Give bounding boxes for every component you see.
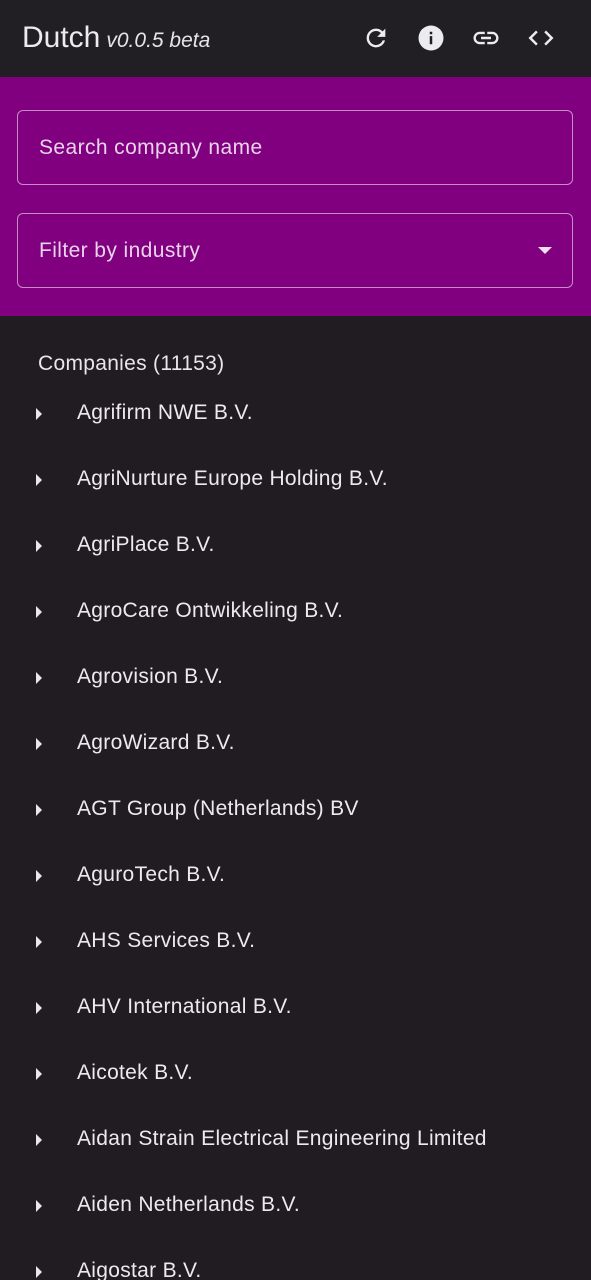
industry-filter-select[interactable]: Filter by industry — [17, 213, 573, 288]
company-list: Agrifirm NWE B.V. AgriNurture Europe Hold… — [0, 381, 591, 1280]
company-name: AGT Group (Netherlands) BV — [77, 797, 359, 820]
company-list-item[interactable]: AHS Services B.V. — [0, 909, 591, 975]
company-list-item[interactable]: Aicotek B.V. — [0, 1041, 591, 1107]
filter-panel: Filter by industry — [0, 77, 591, 316]
company-list-item[interactable]: Aigostar B.V. — [0, 1239, 591, 1280]
company-name: Aigostar B.V. — [77, 1259, 202, 1280]
expand-caret-icon[interactable] — [36, 540, 42, 552]
search-input[interactable] — [18, 111, 572, 184]
code-icon — [528, 30, 554, 46]
expand-caret-icon[interactable] — [36, 738, 42, 750]
info-button[interactable] — [413, 20, 449, 56]
expand-caret-icon[interactable] — [36, 1068, 42, 1080]
expand-caret-icon[interactable] — [36, 1266, 42, 1278]
refresh-icon — [366, 28, 386, 48]
company-name: Agrovision B.V. — [77, 665, 224, 688]
company-list-item[interactable]: AgroCare Ontwikkeling B.V. — [0, 579, 591, 645]
company-list-item[interactable]: Agrifirm NWE B.V. — [0, 381, 591, 447]
company-name: Aicotek B.V. — [77, 1061, 194, 1084]
company-name: AHS Services B.V. — [77, 929, 256, 952]
app-version: v0.0.5 beta — [106, 29, 211, 52]
code-button[interactable] — [523, 20, 559, 56]
expand-caret-icon[interactable] — [36, 1002, 42, 1014]
company-name: AguroTech B.V. — [77, 863, 226, 886]
company-list-item[interactable]: AgroWizard B.V. — [0, 711, 591, 777]
expand-caret-icon[interactable] — [36, 474, 42, 486]
app-title: Dutch v0.0.5 beta — [22, 20, 210, 59]
link-button[interactable] — [468, 20, 504, 56]
link-icon — [473, 31, 499, 45]
app-name: Dutch — [22, 21, 101, 54]
company-name: AgroWizard B.V. — [77, 731, 235, 754]
company-name: AHV International B.V. — [77, 995, 292, 1018]
company-list-item[interactable]: Aidan Strain Electrical Engineering Limi… — [0, 1107, 591, 1173]
expand-caret-icon[interactable] — [36, 606, 42, 618]
expand-caret-icon[interactable] — [36, 936, 42, 948]
company-name: AgriNurture Europe Holding B.V. — [77, 467, 388, 490]
company-name: Aiden Netherlands B.V. — [77, 1193, 300, 1216]
refresh-button[interactable] — [358, 20, 394, 56]
company-name: AgriPlace B.V. — [77, 533, 215, 556]
company-list-item[interactable]: AGT Group (Netherlands) BV — [0, 777, 591, 843]
app-root: Dutch v0.0.5 beta Search company name Fi… — [0, 0, 591, 1280]
company-list-item[interactable]: AHV International B.V. — [0, 975, 591, 1041]
expand-caret-icon[interactable] — [36, 408, 42, 420]
expand-caret-icon[interactable] — [36, 870, 42, 882]
expand-caret-icon[interactable] — [36, 804, 42, 816]
company-list-item[interactable]: Aiden Netherlands B.V. — [0, 1173, 591, 1239]
industry-filter-label: Filter by industry — [39, 239, 201, 262]
company-list-item[interactable]: Agrovision B.V. — [0, 645, 591, 711]
company-list-item[interactable]: AgriPlace B.V. — [0, 513, 591, 579]
companies-header: Companies (11153) — [38, 352, 225, 375]
company-list-area: Companies (11153) Agrifirm NWE B.V. AgriN… — [0, 316, 591, 1280]
dropdown-arrow-icon — [538, 247, 552, 254]
company-list-item[interactable]: AguroTech B.V. — [0, 843, 591, 909]
company-name: AgroCare Ontwikkeling B.V. — [77, 599, 344, 622]
company-name: Aidan Strain Electrical Engineering Limi… — [77, 1127, 487, 1150]
company-list-item[interactable]: AgriNurture Europe Holding B.V. — [0, 447, 591, 513]
expand-caret-icon[interactable] — [36, 1200, 42, 1212]
expand-caret-icon[interactable] — [36, 672, 42, 684]
expand-caret-icon[interactable] — [36, 1134, 42, 1146]
top-app-bar: Dutch v0.0.5 beta — [0, 0, 591, 77]
company-name: Agrifirm NWE B.V. — [77, 401, 253, 424]
search-field — [17, 110, 573, 185]
info-icon — [418, 25, 444, 51]
